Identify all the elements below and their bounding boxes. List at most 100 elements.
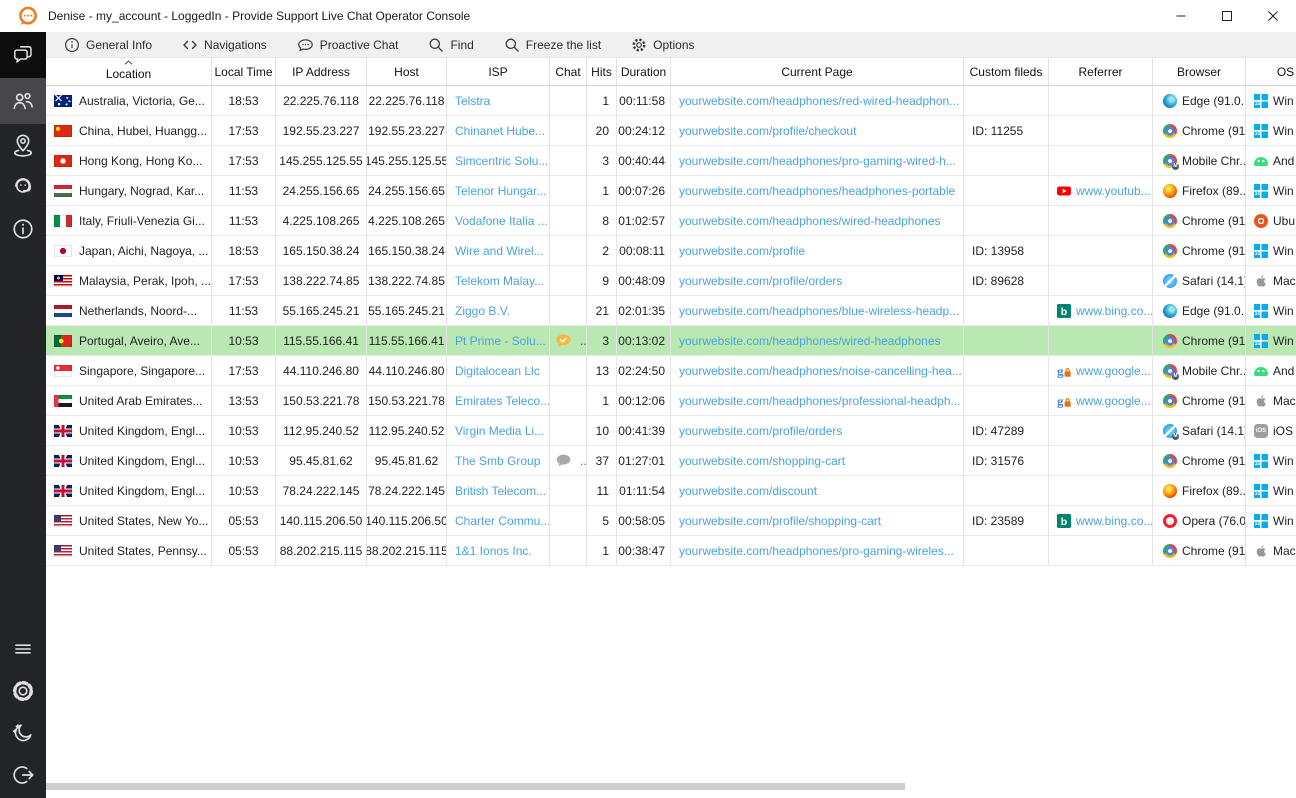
cell-isp[interactable]: Telenor Hungar... (447, 176, 550, 206)
close-button[interactable] (1250, 0, 1296, 32)
sidebar-item-dark-mode[interactable] (0, 714, 46, 752)
cell-current-page[interactable]: yourwebsite.com/profile/checkout (671, 116, 964, 146)
table-row[interactable]: China, Hubei, Huangg...17:53192.55.23.22… (46, 116, 1296, 146)
table-row[interactable]: Hungary, Nograd, Kar...11:5324.255.156.6… (46, 176, 1296, 206)
sidebar-item-menu[interactable] (0, 630, 46, 668)
current-page-link[interactable]: yourwebsite.com/headphones/pro-gaming-wi… (679, 154, 956, 168)
table-row[interactable]: Italy, Friuli-Venezia Gi...11:534.225.10… (46, 206, 1296, 236)
column-header-host[interactable]: Host (367, 58, 447, 86)
current-page-link[interactable]: yourwebsite.com/shopping-cart (679, 454, 845, 468)
general-info-button[interactable]: General Info (64, 37, 152, 53)
cell-isp[interactable]: British Telecom... (447, 476, 550, 506)
table-row[interactable]: Hong Kong, Hong Ko...17:53145.255.125.55… (46, 146, 1296, 176)
column-header-local-time[interactable]: Local Time (212, 58, 276, 86)
table-row[interactable]: United States, New Yo...05:53140.115.206… (46, 506, 1296, 536)
cell-isp[interactable]: Vodafone Italia ... (447, 206, 550, 236)
table-row[interactable]: Malaysia, Perak, Ipoh, ...17:53138.222.7… (46, 266, 1296, 296)
horizontal-scrollbar-thumb[interactable] (46, 783, 905, 790)
cell-current-page[interactable]: yourwebsite.com/headphones/headphones-po… (671, 176, 964, 206)
horizontal-scrollbar-track[interactable] (46, 780, 1296, 792)
cell-isp[interactable]: Virgin Media Li... (447, 416, 550, 446)
current-page-link[interactable]: yourwebsite.com/headphones/wired-headpho… (679, 334, 941, 348)
cell-referrer[interactable]: www.youtub... (1049, 176, 1153, 206)
current-page-link[interactable]: yourwebsite.com/profile/checkout (679, 124, 856, 138)
column-header-duration[interactable]: Duration (617, 58, 671, 86)
cell-current-page[interactable]: yourwebsite.com/profile/orders (671, 266, 964, 296)
column-header-ip-address[interactable]: IP Address (276, 58, 367, 86)
cell-current-page[interactable]: yourwebsite.com/profile/orders (671, 416, 964, 446)
current-page-link[interactable]: yourwebsite.com/headphones/pro-gaming-wi… (679, 544, 954, 558)
cell-current-page[interactable]: yourwebsite.com/headphones/blue-wireless… (671, 296, 964, 326)
column-header-location[interactable]: Location (46, 58, 212, 86)
column-header-chat[interactable]: Chat (550, 58, 587, 86)
table-row[interactable]: United Kingdom, Engl...10:5378.24.222.14… (46, 476, 1296, 506)
cell-isp[interactable]: Chinanet Hube... (447, 116, 550, 146)
cell-current-page[interactable]: yourwebsite.com/headphones/red-wired-hea… (671, 86, 964, 116)
cell-isp[interactable]: Pt Prime - Solu... (447, 326, 550, 356)
cell-current-page[interactable]: yourwebsite.com/headphones/wired-headpho… (671, 326, 964, 356)
cell-current-page[interactable]: yourwebsite.com/discount (671, 476, 964, 506)
sidebar-item-operator[interactable] (0, 166, 46, 208)
table-row[interactable]: United Arab Emirates...13:53150.53.221.7… (46, 386, 1296, 416)
cell-current-page[interactable]: yourwebsite.com/headphones/pro-gaming-wi… (671, 536, 964, 566)
isp-link[interactable]: Emirates Teleco... (455, 394, 550, 408)
table-row[interactable]: Japan, Aichi, Nagoya, ...18:53165.150.38… (46, 236, 1296, 266)
isp-link[interactable]: Virgin Media Li... (455, 424, 544, 438)
isp-link[interactable]: British Telecom... (455, 484, 546, 498)
cell-current-page[interactable]: yourwebsite.com/profile/shopping-cart (671, 506, 964, 536)
cell-isp[interactable]: Telstra (447, 86, 550, 116)
column-header-hits[interactable]: Hits (587, 58, 617, 86)
table-row[interactable]: United Kingdom, Engl...10:5395.45.81.629… (46, 446, 1296, 476)
isp-link[interactable]: Chinanet Hube... (455, 124, 545, 138)
table-row[interactable]: United States, Pennsy...05:5388.202.215.… (46, 536, 1296, 566)
cell-current-page[interactable]: yourwebsite.com/headphones/professional-… (671, 386, 964, 416)
cell-current-page[interactable]: yourwebsite.com/shopping-cart (671, 446, 964, 476)
minimize-button[interactable] (1158, 0, 1204, 32)
cell-referrer[interactable]: bwww.bing.co... (1049, 506, 1153, 536)
isp-link[interactable]: Telenor Hungar... (455, 184, 546, 198)
cell-isp[interactable]: Emirates Teleco... (447, 386, 550, 416)
isp-link[interactable]: Pt Prime - Solu... (455, 334, 546, 348)
referrer-link[interactable]: www.youtub... (1076, 184, 1151, 198)
current-page-link[interactable]: yourwebsite.com/profile/orders (679, 424, 842, 438)
cell-current-page[interactable]: yourwebsite.com/headphones/wired-headpho… (671, 206, 964, 236)
sidebar-item-chats[interactable] (0, 32, 46, 78)
cell-current-page[interactable]: yourwebsite.com/headphones/noise-cancell… (671, 356, 964, 386)
referrer-link[interactable]: www.bing.co... (1076, 304, 1153, 318)
isp-link[interactable]: Digitalocean Llc (455, 364, 540, 378)
table-row[interactable]: Portugal, Aveiro, Ave...10:53115.55.166.… (46, 326, 1296, 356)
current-page-link[interactable]: yourwebsite.com/discount (679, 484, 817, 498)
current-page-link[interactable]: yourwebsite.com/headphones/headphones-po… (679, 184, 955, 198)
cell-isp[interactable]: Digitalocean Llc (447, 356, 550, 386)
sidebar-item-info[interactable] (0, 208, 46, 250)
cell-chat[interactable]: ... (550, 446, 587, 476)
cell-referrer[interactable]: bwww.bing.co... (1049, 296, 1153, 326)
current-page-link[interactable]: yourwebsite.com/headphones/red-wired-hea… (679, 94, 959, 108)
maximize-button[interactable] (1204, 0, 1250, 32)
referrer-link[interactable]: www.bing.co... (1076, 514, 1153, 528)
column-header-custom-fields[interactable]: Custom fileds (964, 58, 1049, 86)
cell-isp[interactable]: Wire and Wirel... (447, 236, 550, 266)
table-row[interactable]: Singapore, Singapore...17:5344.110.246.8… (46, 356, 1296, 386)
cell-isp[interactable]: Charter Commu... (447, 506, 550, 536)
sidebar-item-logout[interactable] (0, 756, 46, 794)
column-header-referrer[interactable]: Referrer (1049, 58, 1153, 86)
cell-isp[interactable]: The Smb Group (447, 446, 550, 476)
column-header-isp[interactable]: ISP (447, 58, 550, 86)
current-page-link[interactable]: yourwebsite.com/headphones/blue-wireless… (679, 304, 959, 318)
isp-link[interactable]: Ziggo B.V. (455, 304, 510, 318)
cell-isp[interactable]: Telekom Malay... (447, 266, 550, 296)
cell-referrer[interactable]: gwww.google... (1049, 356, 1153, 386)
sidebar-item-geo-location[interactable] (0, 124, 46, 166)
cell-isp[interactable]: Simcentric Solu... (447, 146, 550, 176)
current-page-link[interactable]: yourwebsite.com/profile/orders (679, 274, 842, 288)
column-header-current-page[interactable]: Current Page (671, 58, 964, 86)
cell-chat[interactable]: ... (550, 326, 587, 356)
navigations-button[interactable]: Navigations (182, 37, 267, 53)
cell-referrer[interactable]: gwww.google... (1049, 386, 1153, 416)
column-header-os[interactable]: OS (1246, 58, 1296, 86)
find-button[interactable]: Find (428, 37, 473, 53)
isp-link[interactable]: Simcentric Solu... (455, 154, 548, 168)
current-page-link[interactable]: yourwebsite.com/headphones/professional-… (679, 394, 961, 408)
chat-active-icon[interactable] (550, 334, 577, 348)
